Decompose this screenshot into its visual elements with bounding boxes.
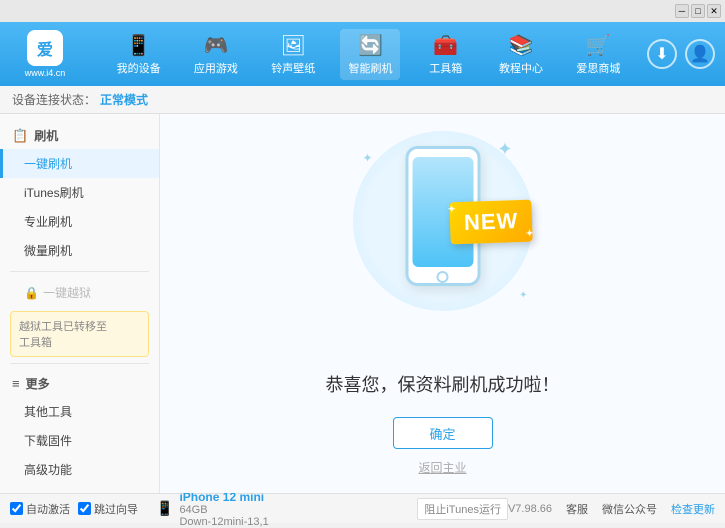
sidebar-divider-2 — [10, 363, 149, 364]
nav-smart[interactable]: 🔄 智能刷机 — [340, 29, 400, 80]
success-text: 恭喜您，保资料刷机成功啦！ — [326, 371, 560, 397]
sidebar-divider-1 — [10, 271, 149, 272]
phone-illustration: ✦ ✦ ✦ NEW — [343, 131, 543, 351]
sidebar-section-flash: 📋 刷机 一键刷机 iTunes刷机 专业刷机 微量刷机 — [0, 122, 159, 265]
sidebar-item-advanced[interactable]: 高级功能 — [0, 455, 159, 484]
support-link[interactable]: 客服 — [566, 501, 588, 517]
header: 爱 www.i4.cn 📱 我的设备 🎮 应用游戏 🖼 铃声壁纸 🔄 智能刷机 … — [0, 22, 725, 86]
nav-apps-label: 应用游戏 — [194, 60, 238, 76]
phone-home-button — [437, 271, 449, 283]
status-value: 正常模式 — [100, 91, 148, 108]
sidebar-item-micro[interactable]: 微量刷机 — [0, 236, 159, 265]
update-link[interactable]: 检查更新 — [671, 501, 715, 517]
download-button[interactable]: ⬇ — [647, 39, 677, 69]
nav-items: 📱 我的设备 🎮 应用游戏 🖼 铃声壁纸 🔄 智能刷机 🧰 工具箱 📚 教程中心… — [100, 29, 637, 80]
logo-icon: 爱 — [27, 30, 63, 66]
lock-icon: 🔒 — [24, 286, 39, 300]
device-firmware: Down-12mini-13,1 — [179, 516, 268, 528]
nav-smart-label: 智能刷机 — [348, 60, 392, 76]
nav-tutorials-label: 教程中心 — [499, 60, 543, 76]
sidebar-item-itunes[interactable]: iTunes刷机 — [0, 178, 159, 207]
nav-tools[interactable]: 🧰 工具箱 — [418, 29, 474, 80]
sidebar-item-pro[interactable]: 专业刷机 — [0, 207, 159, 236]
shop-icon: 🛒 — [586, 33, 611, 58]
more-section-icon: ≡ — [12, 376, 20, 391]
back-today-link[interactable]: 返回主业 — [418, 459, 466, 476]
sidebar-section-jailbreak: 🔒 一键越狱 越狱工具已转移至工具箱 — [0, 278, 159, 357]
device-info: 📱 iPhone 12 mini 64GB Down-12mini-13,1 — [156, 490, 269, 528]
device-storage: 64GB — [179, 504, 268, 516]
auto-connect-checkbox[interactable]: 自动激活 — [10, 501, 70, 517]
nav-tutorials[interactable]: 📚 教程中心 — [491, 29, 551, 80]
sidebar-section-more: ≡ 更多 其他工具 下载固件 高级功能 — [0, 370, 159, 484]
sidebar-item-download-fw[interactable]: 下载固件 — [0, 426, 159, 455]
sidebar-item-jailbreak-disabled: 🔒 一键越狱 — [0, 278, 159, 307]
title-bar: ─ □ ✕ — [0, 0, 725, 22]
stop-itunes-label: 阻止iTunes运行 — [424, 501, 501, 517]
jailbreak-note: 越狱工具已转移至工具箱 — [10, 311, 149, 357]
mydevice-icon: 📱 — [126, 33, 151, 58]
skip-wizard-checkbox[interactable]: 跳过向导 — [78, 501, 138, 517]
smart-icon: 🔄 — [358, 33, 383, 58]
sparkles: ✦ — [497, 139, 512, 160]
user-button[interactable]: 👤 — [685, 39, 715, 69]
device-icon: 📱 — [156, 500, 173, 517]
header-right: ⬇ 👤 — [647, 39, 715, 69]
status-label: 设备连接状态： — [12, 91, 96, 108]
minimize-button[interactable]: ─ — [675, 4, 689, 18]
tutorials-icon: 📚 — [509, 33, 534, 58]
status-bar: 设备连接状态： 正常模式 — [0, 86, 725, 114]
stop-itunes-btn[interactable]: 阻止iTunes运行 — [417, 498, 508, 520]
sidebar-item-other-tools[interactable]: 其他工具 — [0, 397, 159, 426]
nav-wallpaper-label: 铃声壁纸 — [271, 60, 315, 76]
version-label: V7.98.66 — [508, 503, 552, 515]
wallpaper-icon: 🖼 — [281, 33, 306, 58]
footer-left: 自动激活 跳过向导 📱 iPhone 12 mini 64GB Down-12m… — [10, 490, 417, 528]
logo-text: www.i4.cn — [25, 68, 66, 78]
confirm-button[interactable]: 确定 — [393, 417, 493, 449]
nav-shop-label: 爱思商城 — [576, 60, 620, 76]
nav-mydevice-label: 我的设备 — [117, 60, 161, 76]
auto-connect-input[interactable] — [10, 502, 23, 515]
nav-wallpaper[interactable]: 🖼 铃声壁纸 — [263, 29, 323, 80]
maximize-button[interactable]: □ — [691, 4, 705, 18]
sparkle-2: ✦ — [363, 151, 373, 165]
flash-section-icon: 📋 — [12, 128, 28, 144]
nav-mydevice[interactable]: 📱 我的设备 — [109, 29, 169, 80]
close-button[interactable]: ✕ — [707, 4, 721, 18]
nav-shop[interactable]: 🛒 爱思商城 — [568, 29, 628, 80]
sparkle-3: ✦ — [519, 290, 527, 301]
nav-tools-label: 工具箱 — [429, 60, 462, 76]
sidebar-section-flash-title: 📋 刷机 — [0, 122, 159, 149]
main-area: 📋 刷机 一键刷机 iTunes刷机 专业刷机 微量刷机 🔒 一键越狱 — [0, 114, 725, 493]
new-badge: NEW — [449, 200, 533, 245]
apps-icon: 🎮 — [203, 33, 228, 58]
content-area: ✦ ✦ ✦ NEW 恭喜您，保资料刷机成功啦！ 确定 返回主业 — [160, 114, 725, 493]
logo-area[interactable]: 爱 www.i4.cn — [10, 30, 80, 78]
footer-right: V7.98.66 客服 微信公众号 检查更新 — [508, 501, 715, 517]
wechat-link[interactable]: 微信公众号 — [602, 501, 657, 517]
skip-wizard-input[interactable] — [78, 502, 91, 515]
sidebar: 📋 刷机 一键刷机 iTunes刷机 专业刷机 微量刷机 🔒 一键越狱 — [0, 114, 160, 493]
sidebar-section-more-title: ≡ 更多 — [0, 370, 159, 397]
tools-icon: 🧰 — [433, 33, 458, 58]
sidebar-item-onekey[interactable]: 一键刷机 — [0, 149, 159, 178]
footer: 自动激活 跳过向导 📱 iPhone 12 mini 64GB Down-12m… — [0, 493, 725, 523]
nav-apps[interactable]: 🎮 应用游戏 — [186, 29, 246, 80]
